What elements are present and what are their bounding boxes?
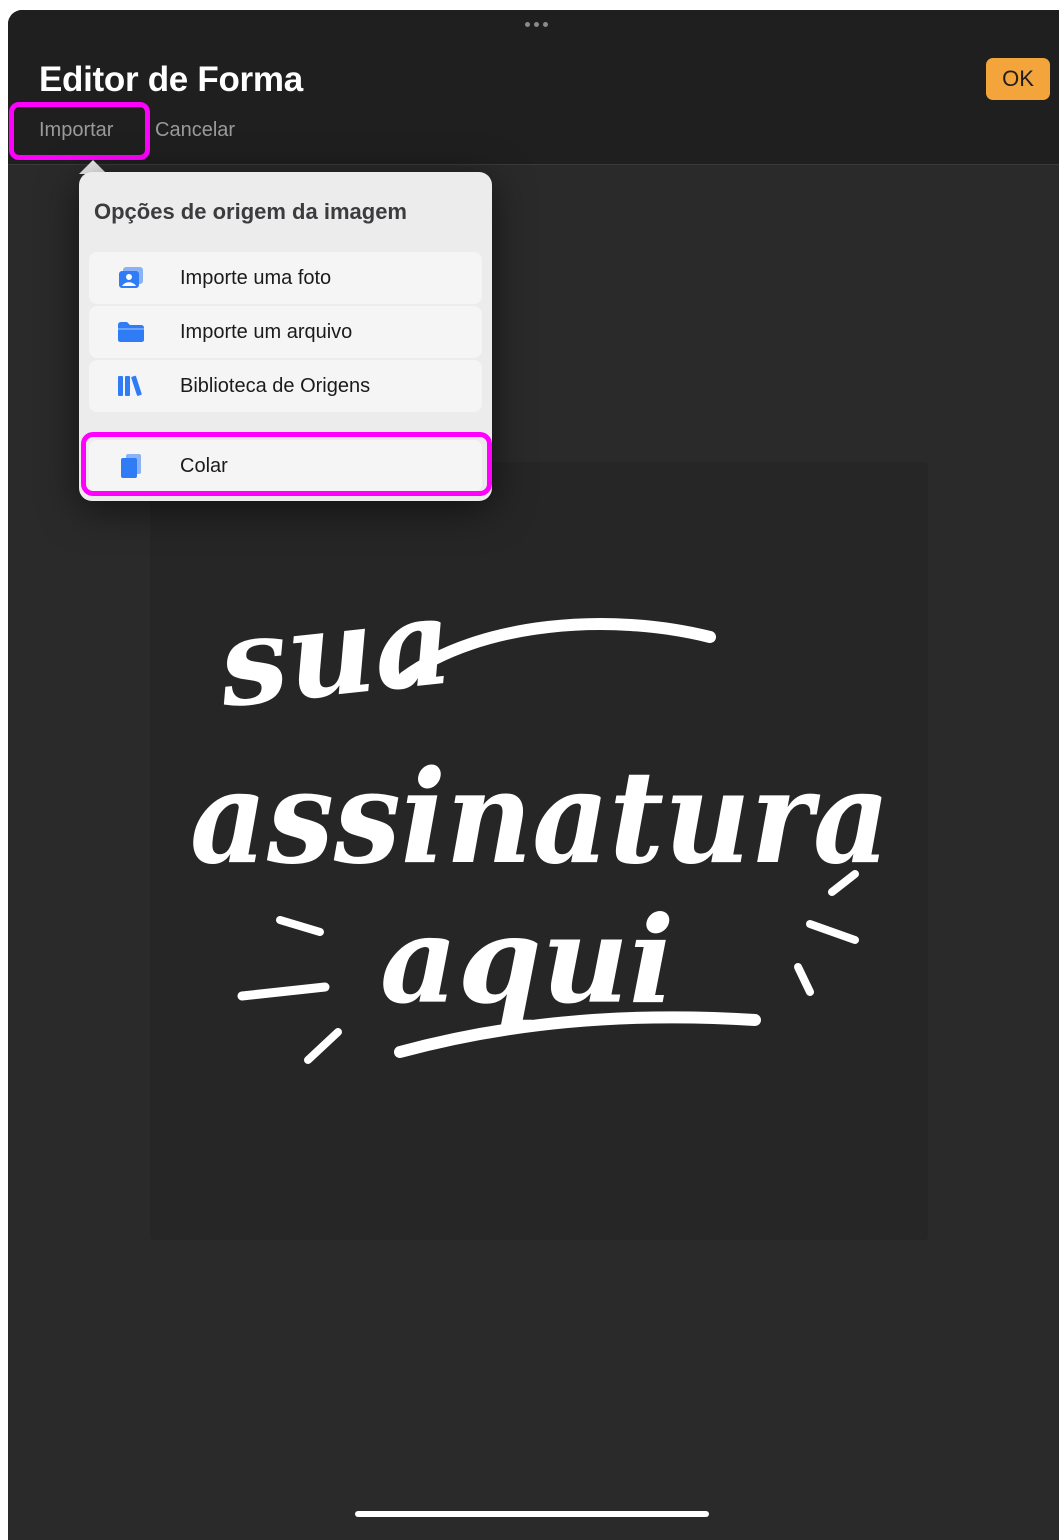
- accent-line: [806, 920, 859, 944]
- menu-item-import-photo[interactable]: Importe uma foto: [89, 252, 482, 304]
- lettering-line-1: sua: [211, 571, 458, 736]
- accent-line: [304, 1028, 342, 1064]
- lettering-artwork: sua assinatura aqui: [190, 571, 890, 1064]
- ok-button[interactable]: OK: [986, 58, 1050, 100]
- accent-line: [794, 963, 814, 996]
- shape-canvas[interactable]: sua assinatura aqui: [150, 462, 928, 1240]
- library-books-icon: [117, 373, 145, 399]
- page-title: Editor de Forma: [39, 60, 303, 99]
- home-indicator[interactable]: [355, 1511, 709, 1517]
- shape-editor-window: Editor de Forma OK Importar Cancelar sua…: [8, 10, 1059, 1540]
- multitasking-menu-icon[interactable]: [525, 22, 548, 27]
- menu-item-source-library[interactable]: Biblioteca de Origens: [89, 360, 482, 412]
- cancel-button[interactable]: Cancelar: [155, 119, 235, 142]
- menu-item-import-file[interactable]: Importe um arquivo: [89, 306, 482, 358]
- menu-item-label: Importe uma foto: [180, 266, 332, 289]
- popover-title: Opções de origem da imagem: [94, 199, 407, 224]
- folder-icon: [117, 319, 145, 345]
- accent-line: [237, 982, 330, 1001]
- lettering-line-2: assinatura: [190, 743, 890, 893]
- lettering-line-3: aqui: [380, 890, 675, 1031]
- menu-item-label: Importe um arquivo: [180, 320, 353, 343]
- accent-line: [276, 916, 324, 936]
- paste-highlight-box: [81, 432, 492, 496]
- photo-icon: [117, 265, 145, 291]
- import-highlight-box: [9, 102, 150, 160]
- menu-item-label: Biblioteca de Origens: [180, 374, 371, 397]
